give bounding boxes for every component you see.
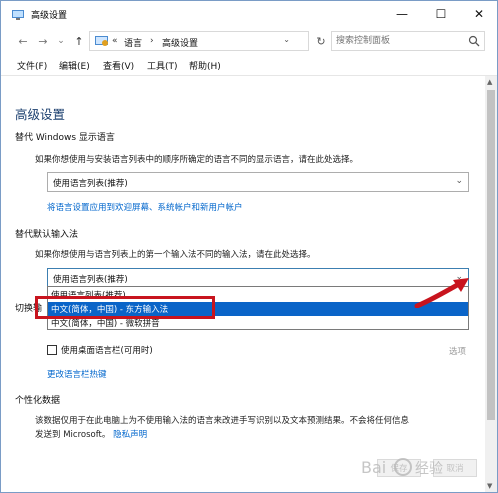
navigation-bar: ← → ⌄ ↑ « 语言 › 高级设置 ⌄ ↻ <box>1 29 497 53</box>
up-button[interactable]: ↑ <box>71 33 87 49</box>
back-button[interactable]: ← <box>15 33 31 49</box>
personalization-description-2: 发送到 Microsoft。 隐私声明 <box>35 430 148 440</box>
scroll-down-icon[interactable]: ▼ <box>487 482 492 490</box>
search-input[interactable] <box>336 34 462 48</box>
personalization-description: 该数据仅用于在此电脑上为不使用输入法的语言来改进手写识别以及文本预测结果。不会将… <box>35 416 410 426</box>
menu-help[interactable]: 帮助(H) <box>189 59 221 72</box>
options-link[interactable]: 选项 <box>449 345 466 357</box>
close-icon: ✕ <box>473 7 485 21</box>
menu-view[interactable]: 查看(V) <box>103 59 134 72</box>
search-icon <box>468 35 480 47</box>
forward-button[interactable]: → <box>35 33 51 49</box>
chevron-down-icon: ⌄ <box>57 36 65 46</box>
window: 高级设置 — ☐ ✕ ← → ⌄ ↑ « 语言 › 高级设置 ⌄ ↻ 搜索控制面… <box>0 0 498 493</box>
forward-arrow-icon: → <box>38 34 48 48</box>
input-method-value: 使用语言列表(推荐) <box>53 275 128 285</box>
minimize-button[interactable]: — <box>384 1 420 27</box>
svg-text:Bai: Bai <box>361 458 386 477</box>
svg-text:经验: 经验 <box>415 461 443 477</box>
up-arrow-icon: ↑ <box>74 34 84 48</box>
pointer-arrow-icon <box>414 278 469 308</box>
chevron-down-icon: ⌄ <box>455 176 463 186</box>
address-overflow-icon: « <box>112 36 118 46</box>
language-bar-checkbox[interactable] <box>47 345 57 355</box>
title-bar: 高级设置 — ☐ ✕ <box>1 1 497 27</box>
highlight-box <box>35 296 215 319</box>
menu-bar: 文件(F) 编辑(E) 查看(V) 工具(T) 帮助(H) <box>1 57 497 73</box>
apply-language-settings-link[interactable]: 将语言设置应用到欢迎屏幕、系统帐户和新用户帐户 <box>47 201 243 213</box>
minimize-icon: — <box>396 7 408 21</box>
refresh-icon: ↻ <box>316 34 326 48</box>
address-dropdown-icon[interactable]: ⌄ <box>283 35 290 44</box>
watermark-logo: Bai 经验 <box>353 452 483 482</box>
input-method-select[interactable]: 使用语言列表(推荐) ⌄ <box>47 268 469 288</box>
vertical-scrollbar[interactable]: ▲ ▼ <box>485 76 497 492</box>
display-language-value: 使用语言列表(推荐) <box>53 179 128 189</box>
address-bar[interactable]: « 语言 › 高级设置 ⌄ <box>89 31 309 51</box>
back-arrow-icon: ← <box>18 34 28 48</box>
window-title: 高级设置 <box>31 11 68 21</box>
change-hotkeys-link[interactable]: 更改语言栏热键 <box>47 368 107 380</box>
search-box[interactable] <box>331 31 485 51</box>
page-title: 高级设置 <box>15 107 66 122</box>
chevron-right-icon: › <box>150 36 154 46</box>
menu-tools[interactable]: 工具(T) <box>147 59 178 72</box>
breadcrumb-advanced-settings[interactable]: 高级设置 <box>162 36 198 49</box>
control-panel-icon <box>95 36 108 46</box>
display-language-select[interactable]: 使用语言列表(推荐) ⌄ <box>47 172 469 192</box>
display-language-heading: 替代 Windows 显示语言 <box>15 133 115 143</box>
control-panel-icon <box>12 10 24 20</box>
breadcrumb-language[interactable]: 语言 <box>124 36 142 49</box>
scrollbar-thumb[interactable] <box>487 90 495 420</box>
maximize-button[interactable]: ☐ <box>423 1 459 27</box>
personalization-heading: 个性化数据 <box>15 396 61 406</box>
input-method-description: 如果你想使用与语言列表上的第一个输入法不同的输入法，请在此处选择。 <box>35 250 316 260</box>
refresh-button[interactable]: ↻ <box>313 33 329 49</box>
settings-content: 高级设置 替代 Windows 显示语言 如果你想使用与安装语言列表中的顺序所确… <box>1 76 485 493</box>
recent-locations-button[interactable]: ⌄ <box>53 33 69 49</box>
menu-file[interactable]: 文件(F) <box>17 59 47 72</box>
close-button[interactable]: ✕ <box>461 1 497 27</box>
menu-edit[interactable]: 编辑(E) <box>59 59 90 72</box>
privacy-statement-link[interactable]: 隐私声明 <box>113 430 147 440</box>
language-bar-label: 使用桌面语言栏(可用时) <box>61 346 153 356</box>
input-method-heading: 替代默认输入法 <box>15 230 79 240</box>
scroll-up-icon[interactable]: ▲ <box>487 78 492 86</box>
display-language-description: 如果你想使用与安装语言列表中的顺序所确定的语言不同的显示语言，请在此处选择。 <box>35 155 359 165</box>
maximize-icon: ☐ <box>435 7 447 21</box>
